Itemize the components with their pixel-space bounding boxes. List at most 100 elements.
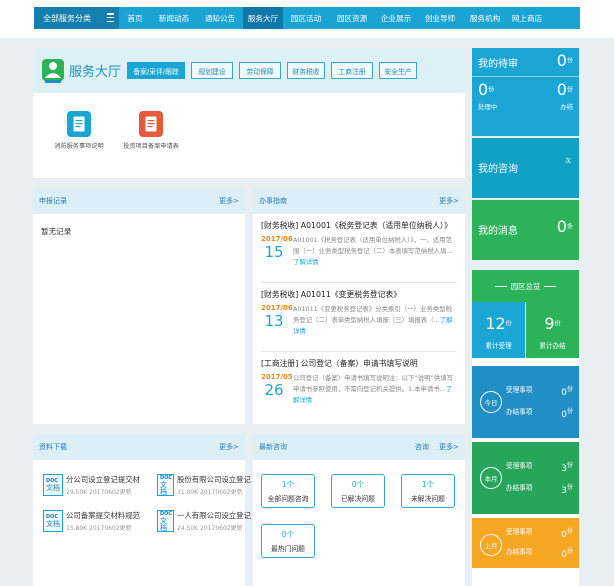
empty-record-text: 暂无记录: [41, 227, 72, 236]
service-hall-logo-icon: [41, 58, 65, 84]
divider: [472, 76, 579, 77]
guide-item[interactable]: [工商注册] 公司登记（备案）申请书填写说明 2017/05 26 公司登记（备案）申…: [253, 358, 465, 417]
application-log-header: 申报记录 更多>: [33, 188, 245, 214]
nav-item-9[interactable]: 网上商店: [507, 7, 547, 29]
downloads-panel: 资料下载 更多> DOC 文档 分公司设立登记提交材 29.50K 20170602更…: [33, 434, 251, 586]
consult-button-2[interactable]: 1个 未解决问题: [401, 474, 455, 508]
hall-tab-3[interactable]: 财务税收: [287, 62, 326, 79]
guide-item-year-month: 2017/06: [261, 235, 293, 243]
my-consult-card[interactable]: 我的咨询 次: [472, 138, 579, 198]
period-card-2: 上月 受理事项 0份 办结事项 0份: [472, 518, 579, 568]
nav-item-8[interactable]: 服务机构: [463, 7, 507, 29]
download-meta: 15.89K 20170602更新: [66, 523, 144, 532]
period-done-label: 办结事项: [506, 484, 533, 492]
accepted-total-label: 累计受理: [485, 342, 512, 350]
period-unit: 份: [566, 462, 573, 469]
download-meta: 31.00K 20170602更新: [177, 487, 255, 496]
service-hall-title: 服务大厅: [69, 65, 122, 80]
my-messages-card[interactable]: 我的消息 0条: [472, 200, 579, 260]
download-name[interactable]: 一人有限公司设立登记: [177, 510, 255, 521]
nav-item-4[interactable]: 园区活动: [283, 7, 329, 29]
my-pending-card[interactable]: 我的待审 0份 0份 处理中 0份 办结: [472, 48, 579, 136]
divider: [261, 282, 457, 283]
guide-item[interactable]: [财务税收] A01001《税务登记表（适用单位纳税人）》 2017/06 15 A0…: [253, 220, 465, 283]
period-accepted-row: 受理事项 0份: [506, 526, 573, 540]
consult-ask-link[interactable]: 咨询: [415, 443, 429, 451]
nav-item-1[interactable]: 新闻动态: [151, 7, 197, 29]
download-info: 股份有限公司设立登记 31.00K 20170602更新: [177, 474, 255, 496]
consult-button-3[interactable]: 0个 最热门问题: [261, 524, 315, 558]
consult-button-label: 最热门问题: [271, 545, 305, 553]
service-hall-panel: 服务大厅 备案/采评/跟踪 规划建设 劳动保障 财务税收 工商注册 安全生产 消防服务事项…: [33, 48, 465, 178]
doc-file-icon: DOC 文档: [157, 510, 174, 532]
nav-item-0[interactable]: 首页: [119, 7, 151, 29]
downloads-list: DOC 文档 分公司设立登记提交材 29.50K 20170602更新 DOC 文档 股份有…: [33, 460, 251, 532]
period-unit: 份: [566, 528, 573, 535]
service-label: 投资项目备案申请表: [123, 143, 179, 150]
guide-item-detail-link[interactable]: 了解详情: [293, 258, 319, 266]
guide-item-title[interactable]: [财务税收] A01011《变更税务登记表》: [261, 289, 457, 300]
service-item-0[interactable]: 消防服务事项说明: [43, 111, 115, 150]
period-accepted-count: 0份: [561, 526, 573, 540]
downloads-more-link[interactable]: 更多>: [219, 442, 239, 452]
park-overview-title: 园区总览: [510, 281, 541, 291]
service-list: 消防服务事项说明 投资项目备案申请表: [33, 93, 465, 150]
period-unit: 份: [566, 408, 573, 415]
doc-file-icon: DOC 文档: [43, 510, 63, 532]
nav-item-3[interactable]: 服务大厅: [243, 7, 283, 29]
download-item[interactable]: DOC 文档 分公司设立登记提交材 29.50K 20170602更新: [43, 474, 151, 496]
consult-button-0[interactable]: 1个 全部问题咨询: [261, 474, 315, 508]
hall-tab-5[interactable]: 安全生产: [379, 62, 418, 79]
period-done-count: 3份: [561, 482, 573, 496]
nav-item-2[interactable]: 通知公告: [197, 7, 243, 29]
period-done-row: 办结事项 3份: [506, 482, 573, 496]
category-menu-button[interactable]: 全部服务分类: [34, 7, 119, 29]
download-name[interactable]: 股份有限公司设立登记: [177, 474, 255, 485]
consult-more-link[interactable]: 更多>: [439, 443, 459, 451]
downloads-title: 资料下载: [39, 443, 67, 451]
download-item[interactable]: DOC 文档 公司备案提交材料规范 15.89K 20170602更新: [43, 510, 151, 532]
nav-item-7[interactable]: 创业导师: [417, 7, 463, 29]
consult-title: 最新咨询: [259, 443, 287, 451]
download-item[interactable]: DOC 文档 股份有限公司设立登记 31.00K 20170602更新: [157, 474, 255, 496]
my-messages-count: 0条: [556, 217, 573, 236]
period-done-row: 办结事项 0份: [506, 406, 573, 420]
download-date: 20170602更新: [89, 489, 132, 496]
consult-button-label: 未解决问题: [411, 495, 445, 503]
guide-item-summary-text: 公司登记（备案）申请书填写说明注：以下“说明”供填写申请书参照使用，不需向登记机…: [293, 374, 453, 393]
guide-more-link[interactable]: 更多>: [439, 196, 459, 206]
consult-button-label: 全部问题咨询: [267, 495, 309, 503]
guide-panel: 办事指南 更多> [财务税收] A01001《税务登记表（适用单位纳税人）》 20…: [253, 188, 465, 424]
hall-tab-4[interactable]: 工商注册: [331, 62, 374, 79]
application-log-more-link[interactable]: 更多>: [219, 196, 239, 206]
nav-item-6[interactable]: 企业展示: [375, 7, 417, 29]
download-name[interactable]: 分公司设立登记提交材: [66, 474, 144, 485]
consult-header: 最新咨询 咨询 更多>: [253, 434, 465, 460]
guide-item-body: 2017/05 26 公司登记（备案）申请书填写说明注：以下“说明”供填写申请书参照…: [261, 373, 457, 417]
application-log-title: 申报记录: [39, 197, 67, 205]
hall-tab-0[interactable]: 备案/采评/跟踪: [127, 62, 186, 79]
download-item[interactable]: DOC 文档 一人有限公司设立登记 24.50K 20170602更新: [157, 510, 255, 532]
park-overview-panel: 园区总览 12份 累计受理 9份 累计办结 今日 受理事项 0份 办结事项 0份 本月 受理…: [472, 270, 579, 586]
my-messages-title: 我的消息: [478, 226, 518, 237]
period-accepted-row: 受理事项 3份: [506, 460, 573, 474]
consult-button-1[interactable]: 0个 已解决问题: [331, 474, 385, 508]
done-label: 办结: [560, 103, 573, 111]
guide-item-day: 26: [264, 381, 284, 399]
guide-item-title[interactable]: [财务税收] A01001《税务登记表（适用单位纳税人）》: [261, 220, 457, 231]
nav-item-5[interactable]: 园区资源: [329, 7, 375, 29]
service-item-1[interactable]: 投资项目备案申请表: [115, 111, 187, 150]
processing-count: 0份: [478, 80, 495, 99]
download-name[interactable]: 公司备案提交材料规范: [66, 510, 144, 521]
period-done-row: 办结事项 0份: [506, 546, 573, 560]
hall-tab-2[interactable]: 劳动保障: [239, 62, 282, 79]
download-meta: 24.50K 20170602更新: [177, 523, 255, 532]
guide-item[interactable]: [财务税收] A01011《变更税务登记表》 2017/06 13 A01011《变更…: [253, 289, 465, 352]
guide-item-summary: A01011《变更税务登记表》分类索引（一）业务类型税务登记（二）表单类型纳税人…: [293, 304, 457, 348]
doc-word: 文档: [160, 516, 167, 532]
my-pending-count: 0份: [556, 51, 573, 70]
guide-item-title[interactable]: [工商注册] 公司登记（备案）申请书填写说明: [261, 358, 457, 369]
consult-button-label: 已解决问题: [341, 495, 375, 503]
hall-tab-1[interactable]: 规划建设: [191, 62, 234, 79]
doc-file-icon: DOC 文档: [43, 474, 63, 496]
